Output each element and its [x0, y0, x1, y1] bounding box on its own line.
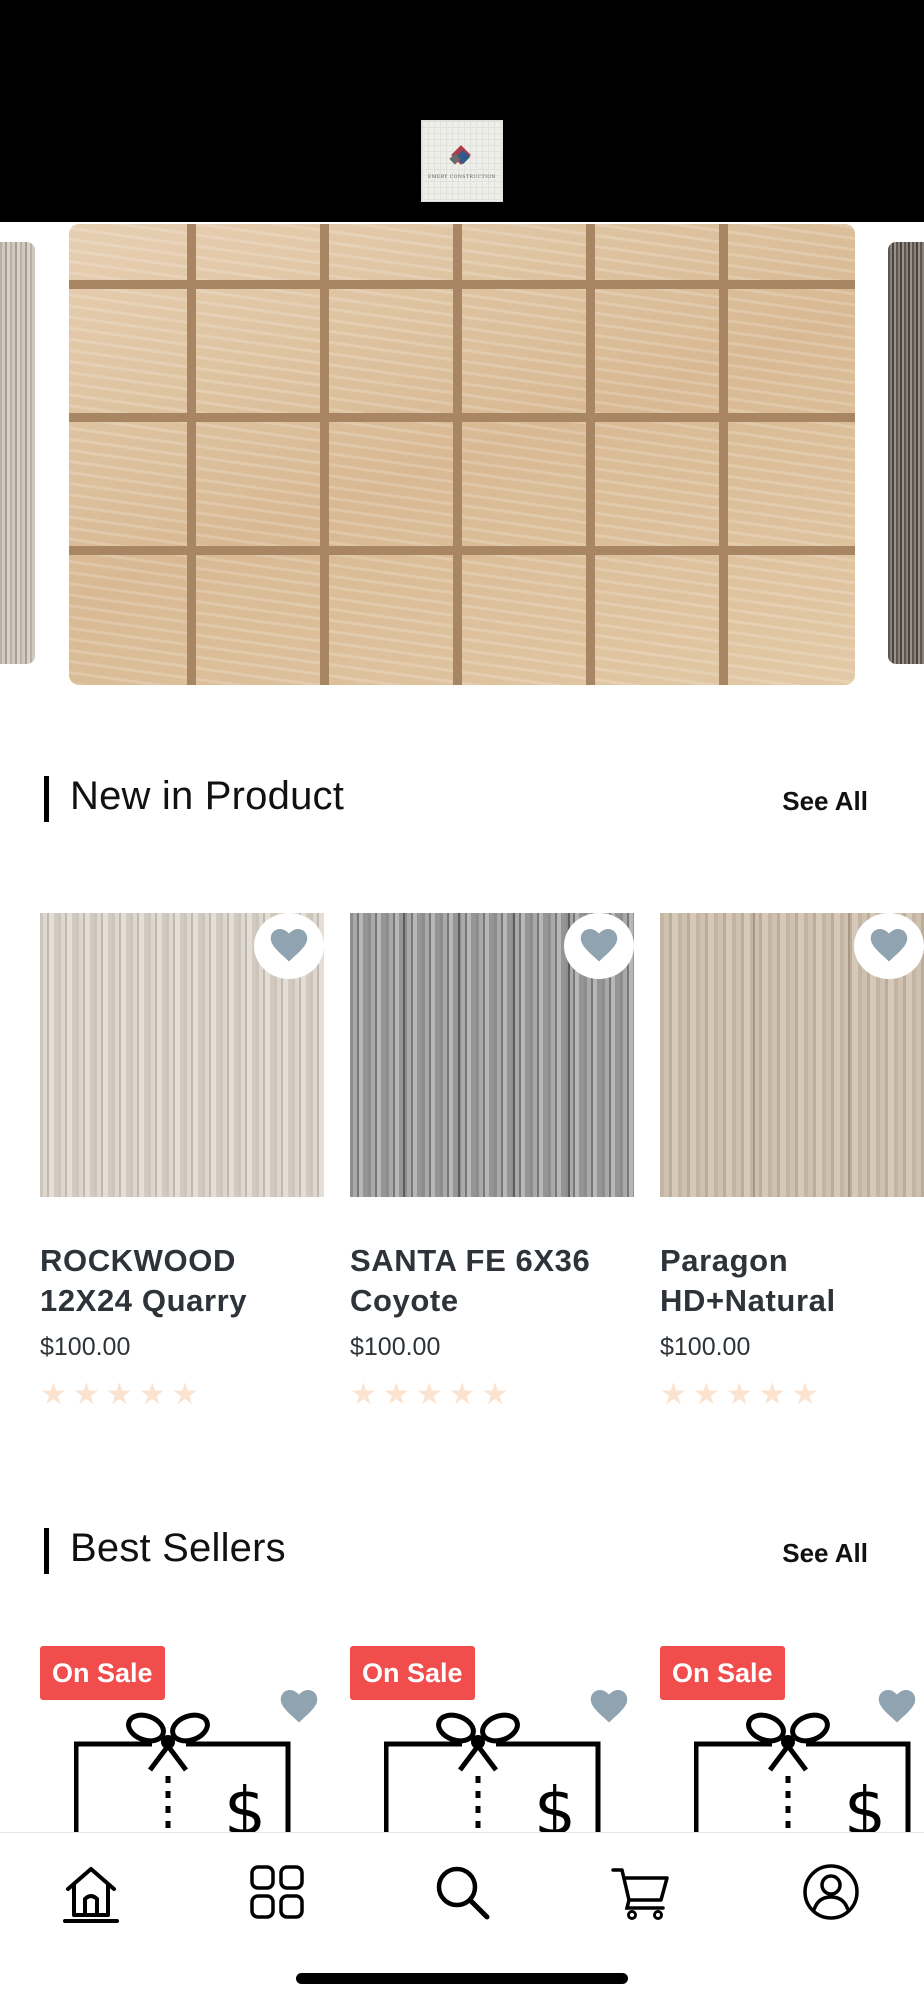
heart-icon — [280, 1690, 318, 1723]
product-price: $100.00 — [660, 1333, 751, 1361]
star-icon: ★ — [660, 1378, 687, 1410]
bottom-nav — [0, 1832, 924, 2000]
gift-card-icon: $ — [384, 1712, 601, 1834]
active-tab-indicator — [63, 1919, 119, 1923]
favorite-button[interactable] — [590, 1690, 628, 1729]
rating-stars: ★ ★ ★ ★ ★ — [350, 1380, 634, 1410]
home-indicator[interactable] — [296, 1973, 628, 1984]
nav-profile[interactable] — [786, 1847, 876, 1937]
favorite-button[interactable] — [878, 1690, 916, 1729]
product-image[interactable] — [660, 913, 924, 1197]
section-title: New in Product — [70, 774, 345, 818]
star-icon: ★ — [105, 1378, 133, 1411]
search-icon — [436, 1866, 490, 1920]
rating-stars: ★ ★ ★ ★ ★ — [40, 1380, 324, 1410]
cart-icon — [611, 1868, 669, 1920]
product-title[interactable]: Paragon HD+Natural — [660, 1241, 924, 1321]
product-card[interactable]: Paragon HD+Natural $100.00 ★ ★ ★ ★ ★ — [660, 913, 924, 1410]
heart-icon — [270, 929, 308, 962]
nav-home[interactable] — [46, 1847, 136, 1937]
sale-product-card[interactable]: On Sale $ — [660, 1646, 924, 1834]
heart-icon — [870, 929, 908, 962]
see-all-new-button[interactable]: See All — [782, 786, 868, 817]
banner-slide-previous[interactable] — [0, 242, 35, 664]
star-icon: ★ — [415, 1378, 443, 1411]
section-accent-bar — [44, 1528, 49, 1574]
product-price: $100.00 — [350, 1333, 441, 1361]
svg-text:$: $ — [224, 1773, 266, 1834]
banner-slide-next[interactable] — [888, 242, 924, 664]
product-card[interactable]: SANTA FE 6X36 Coyote $100.00 ★ ★ ★ ★ ★ — [350, 913, 634, 1410]
favorite-button[interactable] — [854, 913, 924, 979]
new-in-product-header: New in Product See All — [44, 774, 880, 824]
logo-mark-icon — [449, 143, 475, 169]
rating-stars: ★ ★ ★ ★ ★ — [660, 1380, 924, 1410]
section-title: Best Sellers — [70, 1526, 286, 1570]
banner-slide-current[interactable] — [69, 224, 855, 685]
svg-text:$: $ — [534, 1773, 576, 1834]
favorite-button[interactable] — [564, 913, 634, 979]
sale-product-card[interactable]: On Sale $ — [350, 1646, 634, 1834]
nav-categories[interactable] — [232, 1847, 322, 1937]
favorite-button[interactable] — [254, 913, 324, 979]
product-image[interactable] — [40, 913, 324, 1197]
heart-icon — [590, 1690, 628, 1723]
banner-carousel[interactable] — [0, 222, 924, 687]
svg-text:$: $ — [844, 1773, 886, 1834]
profile-icon — [803, 1864, 859, 1920]
home-icon — [66, 1867, 116, 1917]
logo[interactable]: EMERY CONSTRUCTION — [421, 120, 503, 202]
product-card[interactable]: ROCKWOOD 12X24 Quarry $100.00 ★ ★ ★ ★ ★ — [40, 913, 324, 1410]
favorite-button[interactable] — [280, 1690, 318, 1729]
star-icon: ★ — [758, 1378, 786, 1410]
categories-icon — [250, 1865, 304, 1919]
heart-icon — [580, 929, 618, 962]
section-accent-bar — [44, 776, 49, 822]
star-icon: ★ — [791, 1378, 819, 1410]
product-title[interactable]: ROCKWOOD 12X24 Quarry — [40, 1241, 324, 1321]
product-price: $100.00 — [40, 1333, 131, 1361]
star-icon: ★ — [481, 1378, 509, 1411]
star-icon: ★ — [350, 1378, 377, 1411]
product-image[interactable] — [350, 913, 634, 1197]
star-icon: ★ — [72, 1378, 100, 1411]
nav-search[interactable] — [417, 1847, 507, 1937]
star-icon: ★ — [692, 1378, 720, 1410]
best-sellers-header: Best Sellers See All — [44, 1526, 880, 1576]
on-sale-badge: On Sale — [40, 1646, 165, 1700]
top-header: EMERY CONSTRUCTION — [0, 0, 924, 222]
on-sale-badge: On Sale — [350, 1646, 475, 1700]
star-icon: ★ — [382, 1378, 410, 1411]
product-title[interactable]: SANTA FE 6X36 Coyote — [350, 1241, 634, 1321]
star-icon: ★ — [171, 1378, 199, 1411]
star-icon: ★ — [138, 1378, 166, 1411]
star-icon: ★ — [40, 1378, 67, 1411]
heart-icon — [878, 1690, 916, 1723]
on-sale-badge: On Sale — [660, 1646, 785, 1700]
nav-cart[interactable] — [596, 1847, 686, 1937]
sale-product-card[interactable]: On Sale $ — [40, 1646, 324, 1834]
star-icon: ★ — [725, 1378, 753, 1410]
logo-text: EMERY CONSTRUCTION — [427, 174, 496, 180]
gift-card-icon: $ — [74, 1712, 291, 1834]
star-icon: ★ — [448, 1378, 476, 1411]
see-all-best-sellers-button[interactable]: See All — [782, 1538, 868, 1569]
